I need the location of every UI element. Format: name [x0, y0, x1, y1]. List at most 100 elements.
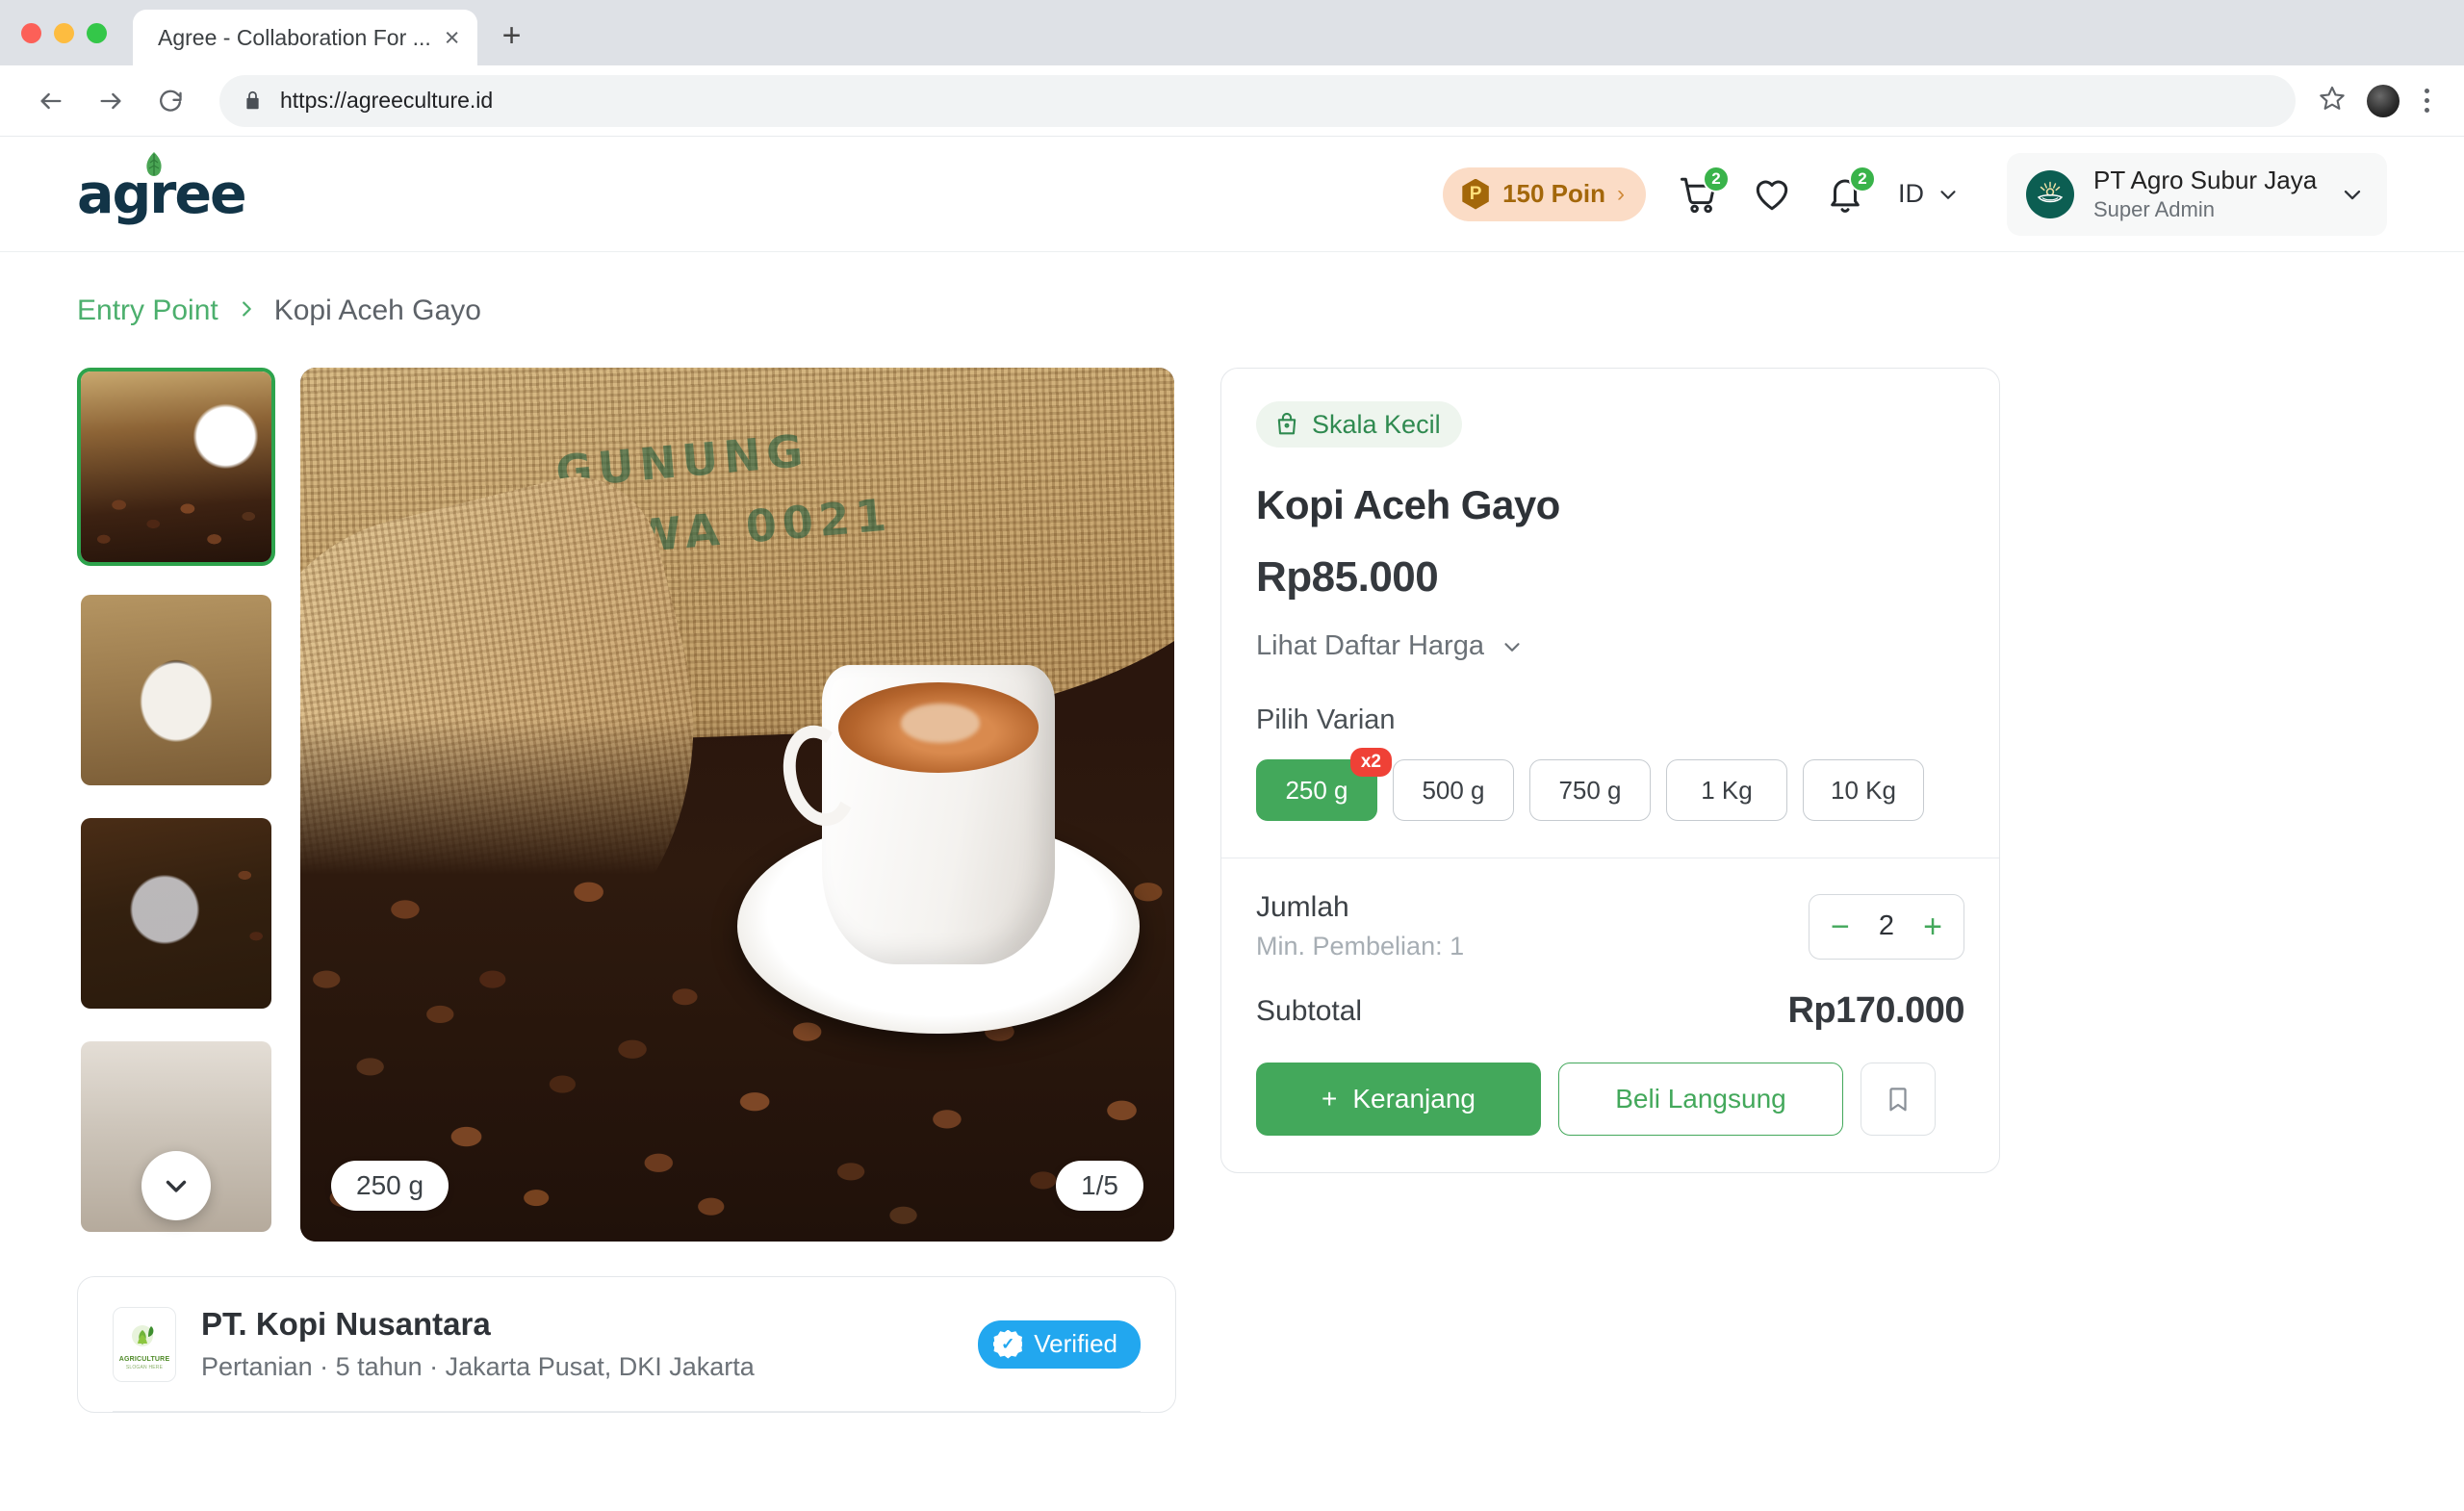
thumbnail-image — [81, 371, 271, 562]
forward-icon[interactable] — [85, 75, 137, 127]
image-size-pill: 250 g — [331, 1161, 449, 1211]
page-title: Kopi Aceh Gayo — [1256, 482, 1560, 527]
thumbnail-strip — [77, 368, 275, 1242]
buy-now-button[interactable]: Beli Langsung — [1558, 1063, 1843, 1136]
chevron-down-icon — [1940, 190, 1956, 199]
back-icon[interactable] — [25, 75, 77, 127]
language-label: ID — [1898, 179, 1924, 208]
new-tab-button[interactable]: + — [502, 19, 522, 52]
variant-qty-badge: x2 — [1349, 748, 1392, 777]
verified-check-icon: ✓ — [993, 1329, 1023, 1359]
product-price: Rp85.000 — [1256, 553, 1439, 601]
breadcrumb: Entry Point Kopi Aceh Gayo — [77, 295, 2387, 327]
org-avatar — [2026, 169, 2074, 218]
variant-label: 500 g — [1422, 775, 1485, 805]
product-detail-card: Skala Kecil Kopi Aceh Gayo Rp85.000 Liha… — [1220, 368, 2000, 1173]
browser-tab[interactable]: Agree - Collaboration For ... × — [133, 10, 477, 65]
subtotal-label: Subtotal — [1256, 994, 1363, 1027]
add-to-cart-button[interactable]: + Keranjang — [1256, 1063, 1541, 1136]
variant-option-750g[interactable]: 750 g — [1529, 759, 1651, 821]
image-counter-pill: 1/5 — [1056, 1161, 1143, 1211]
wishlist-button[interactable] — [1752, 174, 1792, 215]
variant-option-1kg[interactable]: 1 Kg — [1666, 759, 1787, 821]
notifications-button[interactable]: 2 — [1825, 165, 1876, 215]
thumbnail-image — [81, 818, 271, 1009]
save-bookmark-button[interactable] — [1861, 1063, 1936, 1136]
bookmark-icon — [1889, 1088, 1907, 1112]
status-badge: ✓ Verified — [978, 1319, 1141, 1369]
seller-card: AGRICULTURE SLOGAN HERE PT. Kopi Nusanta… — [77, 1276, 1176, 1413]
leaf-icon — [141, 151, 167, 189]
thumbnail-3[interactable] — [77, 814, 275, 1012]
detail-top-section: Skala Kecil Kopi Aceh Gayo Rp85.000 Liha… — [1221, 369, 1999, 858]
heart-icon — [1756, 180, 1788, 210]
thumbnail-image — [81, 595, 271, 785]
seller-row: AGRICULTURE SLOGAN HERE PT. Kopi Nusanta… — [113, 1306, 1141, 1382]
page-viewport: agree P 150 Poin › 2 2 ID PT Agro Subur … — [0, 137, 2464, 1511]
agree-logo[interactable]: agree — [77, 151, 247, 226]
org-role: Super Admin — [2093, 196, 2215, 221]
seller-name[interactable]: PT. Kopi Nusantara — [201, 1306, 953, 1343]
quantity-decrease-button[interactable]: − — [1831, 910, 1850, 943]
browser-profile-avatar[interactable] — [2367, 84, 2400, 117]
quantity-row: Jumlah Min. Pembelian: 1 − 2 + — [1256, 891, 1964, 961]
points-coin-icon: P — [1462, 178, 1489, 210]
points-label: 150 Poin — [1502, 179, 1605, 208]
breadcrumb-current: Kopi Aceh Gayo — [273, 295, 481, 326]
browser-window: Agree - Collaboration For ... × + https:… — [0, 0, 2464, 1511]
main-product-image[interactable]: GUNUNG TAWA 0021 100 — [300, 368, 1174, 1242]
thumbnail-1[interactable] — [77, 368, 275, 566]
quantity-stepper[interactable]: − 2 + — [1809, 893, 1964, 960]
seller-logo-slogan: SLOGAN HERE — [125, 1365, 164, 1370]
price-list-toggle[interactable]: Lihat Daftar Harga — [1256, 630, 1964, 662]
quantity-increase-button[interactable]: + — [1923, 910, 1942, 943]
variant-label: 1 Kg — [1701, 775, 1753, 805]
add-to-cart-label: Keranjang — [1352, 1084, 1476, 1114]
close-tab-icon[interactable]: × — [445, 24, 460, 51]
bookmark-star-icon[interactable] — [2319, 85, 2346, 116]
product-gallery: GUNUNG TAWA 0021 100 — [77, 368, 1176, 1242]
minimum-purchase-label: Min. Pembelian: 1 — [1256, 932, 1465, 960]
scale-badge-label: Skala Kecil — [1312, 409, 1441, 439]
breadcrumb-entry-point[interactable]: Entry Point — [77, 295, 218, 327]
site-header: agree P 150 Poin › 2 2 ID PT Agro Subur … — [0, 137, 2464, 252]
gallery-scroll-down-button[interactable] — [141, 1151, 211, 1220]
chevron-right-icon: › — [1617, 180, 1625, 207]
maximize-window-button[interactable] — [87, 23, 107, 43]
subtotal-row: Subtotal Rp170.000 — [1256, 990, 1964, 1032]
plus-icon: + — [1321, 1084, 1338, 1114]
browser-menu-icon[interactable] — [2421, 85, 2433, 116]
quantity-value: 2 — [1878, 910, 1895, 941]
cart-button[interactable]: 2 — [1679, 165, 1730, 215]
reload-icon[interactable] — [144, 75, 196, 127]
profile-menu-button[interactable]: PT Agro Subur Jaya Super Admin — [2007, 152, 2387, 236]
chevron-right-icon — [236, 296, 257, 326]
org-name: PT Agro Subur Jaya — [2093, 165, 2318, 194]
subtotal-value: Rp170.000 — [1787, 990, 1964, 1031]
scale-badge: Skala Kecil — [1256, 401, 1462, 448]
variant-option-10kg[interactable]: 10 Kg — [1803, 759, 1924, 821]
product-area: GUNUNG TAWA 0021 100 — [77, 368, 2387, 1413]
language-selector[interactable]: ID — [1898, 179, 1961, 209]
header-actions: P 150 Poin › 2 2 ID PT Agro Subur Jaya S… — [1443, 152, 2387, 236]
browser-tabstrip: Agree - Collaboration For ... × + — [0, 0, 2464, 65]
address-bar[interactable]: https://agreeculture.id — [219, 74, 2296, 127]
variant-option-250g[interactable]: 250 g x2 — [1256, 748, 1392, 821]
chevron-down-icon — [166, 1180, 187, 1192]
points-button[interactable]: P 150 Poin › — [1443, 166, 1646, 221]
price-list-label: Lihat Daftar Harga — [1256, 630, 1484, 661]
variant-option-500g[interactable]: 500 g — [1393, 759, 1514, 821]
tab-title: Agree - Collaboration For ... — [158, 24, 431, 50]
variant-section-label: Pilih Varian — [1256, 704, 1396, 735]
chevron-down-icon — [2344, 190, 2361, 199]
product-actions: + Keranjang Beli Langsung — [1256, 1063, 1964, 1136]
seller-meta: Pertanian · 5 tahun · Jakarta Pusat, DKI… — [201, 1352, 755, 1381]
url-text: https://agreeculture.id — [280, 88, 494, 113]
seller-logo-caption: AGRICULTURE — [118, 1356, 170, 1363]
minimize-window-button[interactable] — [54, 23, 74, 43]
browser-toolbar: https://agreeculture.id — [0, 65, 2464, 137]
close-window-button[interactable] — [21, 23, 41, 43]
thumbnail-2[interactable] — [77, 591, 275, 789]
seller-logo: AGRICULTURE SLOGAN HERE — [113, 1306, 176, 1382]
window-controls[interactable] — [21, 23, 107, 43]
